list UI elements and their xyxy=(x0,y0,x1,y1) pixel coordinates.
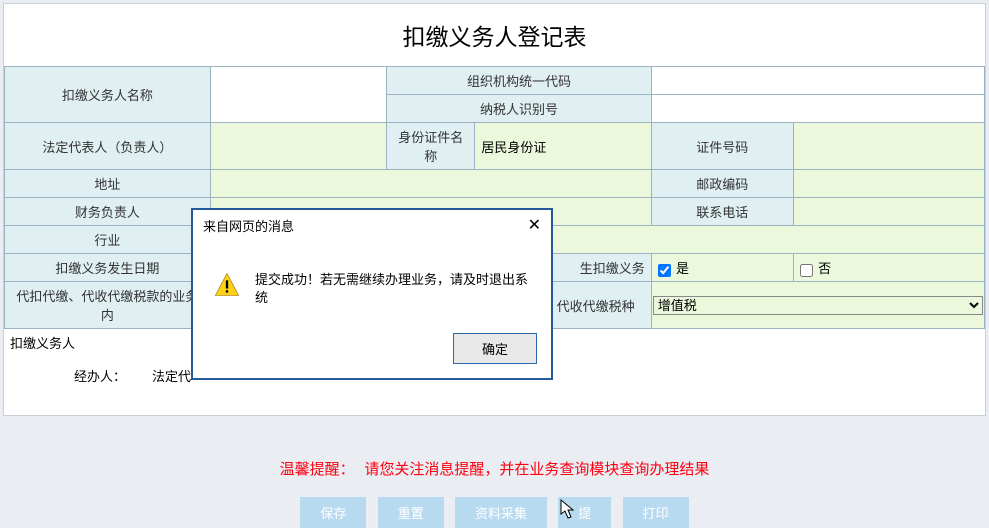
org-code-value[interactable] xyxy=(651,67,984,95)
close-icon[interactable]: ✕ xyxy=(528,218,541,234)
save-button[interactable]: 保存 xyxy=(300,497,366,528)
generated-yes-cell[interactable]: 是 xyxy=(651,254,793,282)
postcode-label: 邮政编码 xyxy=(651,170,793,198)
tax-type-cell: 增值税 xyxy=(651,282,984,329)
tax-type-select[interactable]: 增值税 xyxy=(653,296,983,315)
generated-no-label: 否 xyxy=(818,261,831,276)
industry-label: 行业 xyxy=(5,226,211,254)
occur-date-label: 扣缴义务发生日期 xyxy=(5,254,211,282)
dialog-footer: 确定 xyxy=(453,333,537,364)
footer-message: 温馨提醒： 请您关注消息提醒，并在业务查询模块查询办理结果 xyxy=(0,458,989,479)
dialog-body: 提交成功！若无需继续办理业务，请及时退出系统 xyxy=(193,241,551,317)
footer-prefix: 温馨提醒： xyxy=(280,462,355,478)
generated-yes-checkbox[interactable] xyxy=(658,264,671,277)
dialog-title-text: 来自网页的消息 xyxy=(203,216,294,235)
page-title: 扣缴义务人登记表 xyxy=(4,4,985,66)
legal-rep2-label: 法定代 xyxy=(152,369,191,384)
contact-phone-value[interactable] xyxy=(793,198,984,226)
footer-text: 请您关注消息提醒，并在业务查询模块查询办理结果 xyxy=(364,462,709,478)
org-code-label: 组织机构统一代码 xyxy=(387,67,652,95)
warning-icon xyxy=(213,271,241,299)
generated-no-checkbox[interactable] xyxy=(800,264,813,277)
dialog-message: 提交成功！若无需继续办理业务，请及时退出系统 xyxy=(255,271,531,307)
message-dialog: 来自网页的消息 ✕ 提交成功！若无需继续办理业务，请及时退出系统 确定 xyxy=(192,209,552,379)
id-type-value[interactable]: 居民身份证 xyxy=(475,123,651,170)
agent-name-value[interactable] xyxy=(210,67,386,123)
address-label: 地址 xyxy=(5,170,211,198)
generated-no-cell[interactable]: 否 xyxy=(793,254,984,282)
submit-button[interactable]: 提 xyxy=(558,497,611,528)
generated-yes-label: 是 xyxy=(676,261,689,276)
tax-biz-label: 代扣代缴、代收代缴税款的业务内 xyxy=(5,282,211,329)
reset-button[interactable]: 重置 xyxy=(378,497,444,528)
legal-rep-label: 法定代表人（负责人） xyxy=(5,123,211,170)
tax-id-label: 纳税人识别号 xyxy=(387,95,652,123)
print-button[interactable]: 打印 xyxy=(623,497,689,528)
id-type-label: 身份证件名称 xyxy=(387,123,475,170)
collect-button[interactable]: 资料采集 xyxy=(455,497,547,528)
fin-director-label: 财务负责人 xyxy=(5,198,211,226)
tax-id-value[interactable] xyxy=(651,95,984,123)
handler-label: 经办人： xyxy=(74,369,126,384)
postcode-value[interactable] xyxy=(793,170,984,198)
ok-button[interactable]: 确定 xyxy=(453,333,537,364)
dialog-titlebar: 来自网页的消息 ✕ xyxy=(193,210,551,241)
legal-rep-value[interactable] xyxy=(210,123,386,170)
agent-name-label: 扣缴义务人名称 xyxy=(5,67,211,123)
action-button-row: 保存 重置 资料采集 提 打印 xyxy=(0,497,989,528)
address-value[interactable] xyxy=(210,170,651,198)
contact-phone-label: 联系电话 xyxy=(651,198,793,226)
id-number-value[interactable] xyxy=(793,123,984,170)
id-number-label: 证件号码 xyxy=(651,123,793,170)
